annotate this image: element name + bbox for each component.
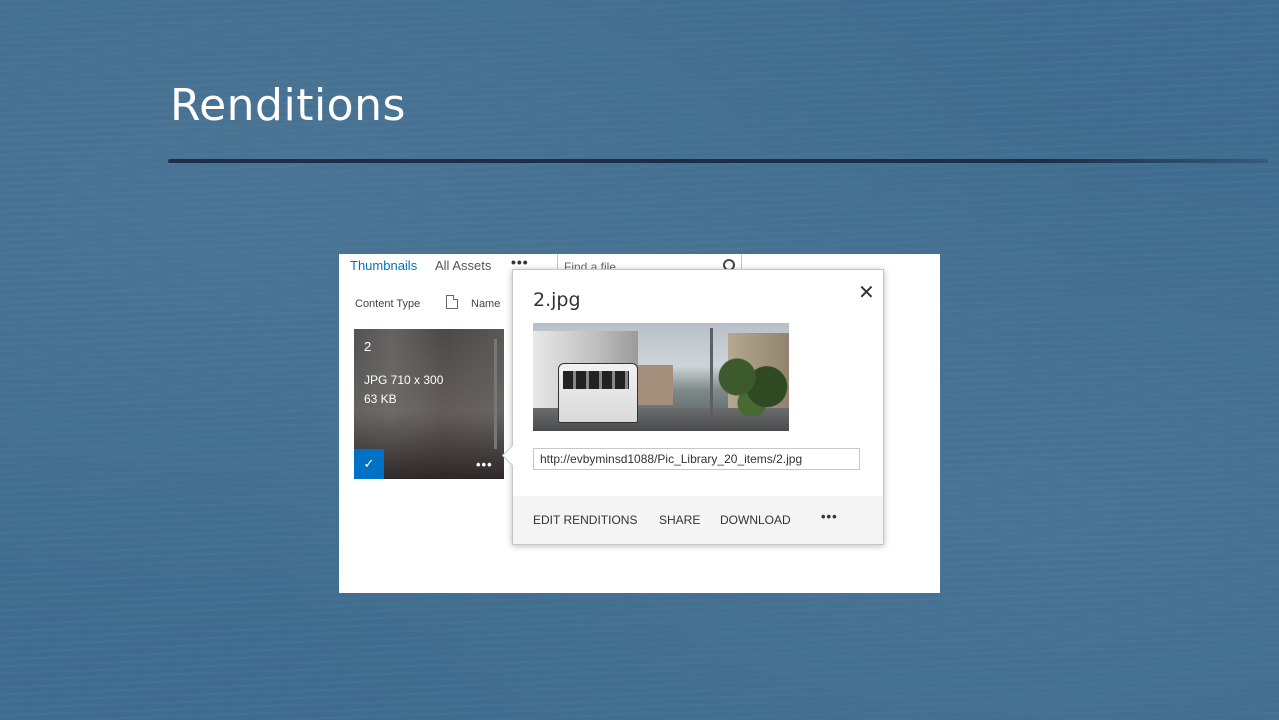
edit-renditions-button[interactable]: EDIT RENDITIONS xyxy=(533,513,637,527)
callout-beak xyxy=(501,444,524,467)
preview-bus-windows xyxy=(563,371,629,389)
file-callout: 2.jpg ✕ http://evbyminsd1088/Pic_Library… xyxy=(501,269,884,545)
column-header-name[interactable]: Name xyxy=(471,298,500,310)
document-icon xyxy=(446,295,458,309)
tab-thumbnails[interactable]: Thumbnails xyxy=(350,258,417,273)
tile-file-size: 63 KB xyxy=(364,392,397,406)
thumbnail-image-detail xyxy=(494,339,497,449)
share-button[interactable]: SHARE xyxy=(659,513,700,527)
preview-building xyxy=(638,365,673,405)
more-views-button[interactable]: ••• xyxy=(511,254,529,270)
preview-image xyxy=(533,323,789,431)
tile-dimensions: JPG 710 x 300 xyxy=(364,373,444,387)
download-button[interactable]: DOWNLOAD xyxy=(720,513,791,527)
callout-title: 2.jpg xyxy=(533,289,581,311)
tile-title: 2 xyxy=(364,339,372,354)
slide-title: Renditions xyxy=(170,80,406,131)
callout-action-bar: EDIT RENDITIONS SHARE DOWNLOAD ••• xyxy=(513,496,883,544)
tab-all-assets[interactable]: All Assets xyxy=(435,258,491,273)
preview-streetlight xyxy=(710,328,713,418)
tile-more-button[interactable]: ••• xyxy=(476,457,493,472)
file-url-field[interactable]: http://evbyminsd1088/Pic_Library_20_item… xyxy=(533,448,860,470)
more-actions-button[interactable]: ••• xyxy=(821,509,838,524)
select-checkbox[interactable]: ✓ xyxy=(354,449,384,479)
library-screenshot: Thumbnails All Assets ••• Find a file Co… xyxy=(339,254,940,593)
asset-thumbnail-tile[interactable]: 2 JPG 710 x 300 63 KB ✓ ••• xyxy=(354,329,504,479)
column-header-content-type[interactable]: Content Type xyxy=(355,298,420,310)
title-underline xyxy=(168,159,1268,163)
close-icon[interactable]: ✕ xyxy=(858,280,875,305)
preview-trees xyxy=(715,351,789,416)
